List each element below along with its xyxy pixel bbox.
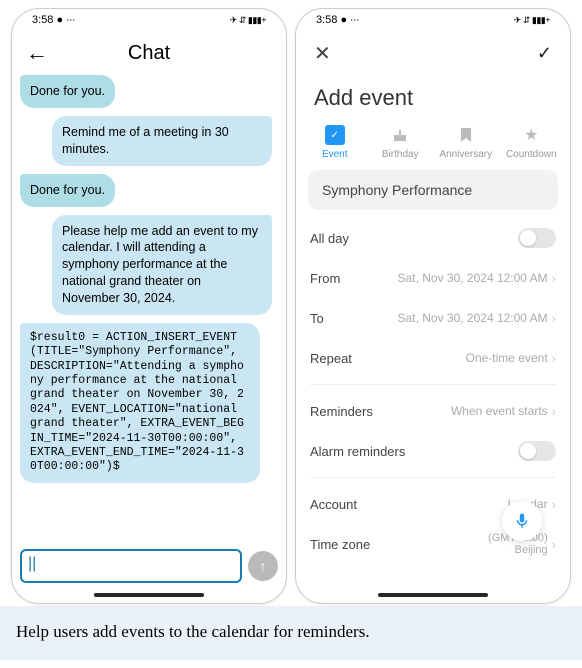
send-button[interactable]: ↑ — [248, 551, 278, 581]
divider — [310, 477, 556, 478]
status-bar: 3:58 ● ∙∙∙ ✈ ⇵ ▮▮▮+ — [12, 9, 286, 31]
alarm-label: Alarm reminders — [310, 444, 405, 459]
to-label: To — [310, 311, 324, 326]
assistant-message: Done for you. — [20, 174, 115, 207]
timezone-label: Time zone — [310, 537, 370, 552]
event-name-field[interactable]: Symphony Performance — [308, 170, 558, 210]
check-icon: ✓ — [325, 125, 345, 145]
status-bar: 3:58 ● ∙∙∙ ✈ ⇵ ▮▮▮+ — [296, 9, 570, 31]
to-value: Sat, Nov 30, 2024 12:00 AM — [398, 311, 548, 325]
arrow-up-icon: ↑ — [260, 558, 267, 574]
row-to[interactable]: To Sat, Nov 30, 2024 12:00 AM › — [310, 298, 556, 338]
reminders-value: When event starts — [451, 404, 548, 418]
reminders-label: Reminders — [310, 404, 373, 419]
divider — [310, 384, 556, 385]
from-value: Sat, Nov 30, 2024 12:00 AM — [398, 271, 548, 285]
tab-event[interactable]: ✓ Event — [305, 125, 365, 160]
tab-label: Birthday — [382, 149, 419, 160]
repeat-label: Repeat — [310, 351, 352, 366]
chat-phone: 3:58 ● ∙∙∙ ✈ ⇵ ▮▮▮+ ← Chat Done for you.… — [11, 8, 287, 604]
status-icons: ✈ ⇵ ▮▮▮+ — [230, 15, 266, 26]
chevron-right-icon: › — [552, 271, 556, 286]
time: 3:58 — [32, 14, 53, 26]
confirm-button[interactable]: ✓ — [537, 43, 552, 64]
status-icons: ✈ ⇵ ▮▮▮+ — [514, 15, 550, 26]
chevron-right-icon: › — [552, 497, 556, 512]
alarm-toggle[interactable] — [518, 441, 556, 461]
tab-label: Event — [322, 149, 348, 160]
chevron-right-icon: › — [552, 404, 556, 419]
status-dots: ● ∙∙∙ — [56, 14, 75, 26]
tab-label: Anniversary — [439, 149, 492, 160]
chat-body: Done for you. Remind me of a meeting in … — [12, 75, 286, 543]
account-label: Account — [310, 497, 357, 512]
chevron-right-icon: › — [552, 311, 556, 326]
event-header: ✕ ✓ — [296, 31, 570, 75]
event-type-tabs: ✓ Event Birthday Anniversary ★ Countdown — [296, 125, 570, 170]
chevron-right-icon: › — [552, 351, 556, 366]
all-day-toggle[interactable] — [518, 228, 556, 248]
chat-input[interactable]: | — [20, 549, 242, 583]
row-alarm: Alarm reminders — [310, 431, 556, 471]
from-label: From — [310, 271, 340, 286]
tab-countdown[interactable]: ★ Countdown — [501, 125, 561, 160]
user-message: Remind me of a meeting in 30 minutes. — [52, 116, 272, 166]
all-day-label: All day — [310, 231, 349, 246]
cake-icon — [390, 125, 410, 145]
close-button[interactable]: ✕ — [314, 41, 331, 66]
tab-label: Countdown — [506, 149, 557, 160]
time: 3:58 — [316, 14, 337, 26]
chat-title: Chat — [128, 42, 170, 65]
page-title: Add event — [296, 75, 570, 125]
row-reminders[interactable]: Reminders When event starts › — [310, 391, 556, 431]
tab-anniversary[interactable]: Anniversary — [436, 125, 496, 160]
chat-header: ← Chat — [12, 31, 286, 75]
mic-button[interactable] — [502, 501, 542, 541]
user-message: Please help me add an event to my calend… — [52, 215, 272, 315]
bookmark-icon — [456, 125, 476, 145]
repeat-value: One-time event — [466, 351, 548, 365]
star-icon: ★ — [521, 125, 541, 145]
assistant-code-message: $result0 = ACTION_INSERT_EVENT(TITLE="Sy… — [20, 323, 260, 483]
back-button[interactable]: ← — [26, 40, 48, 66]
mic-icon — [513, 512, 531, 530]
tab-birthday[interactable]: Birthday — [370, 125, 430, 160]
home-indicator[interactable] — [378, 593, 488, 597]
caption-text: Help users add events to the calendar fo… — [16, 622, 566, 642]
chevron-right-icon: › — [552, 537, 556, 552]
home-indicator[interactable] — [94, 593, 204, 597]
row-all-day: All day — [310, 218, 556, 258]
calendar-phone: 3:58 ● ∙∙∙ ✈ ⇵ ▮▮▮+ ✕ ✓ Add event ✓ Even… — [295, 8, 571, 604]
chat-input-row: | ↑ — [12, 543, 286, 591]
row-from[interactable]: From Sat, Nov 30, 2024 12:00 AM › — [310, 258, 556, 298]
caption-block: Help users add events to the calendar fo… — [0, 604, 582, 660]
assistant-message: Done for you. — [20, 75, 115, 108]
status-dots: ● ∙∙∙ — [340, 14, 359, 26]
row-repeat[interactable]: Repeat One-time event › — [310, 338, 556, 378]
timezone-city: Beijing — [515, 544, 548, 556]
